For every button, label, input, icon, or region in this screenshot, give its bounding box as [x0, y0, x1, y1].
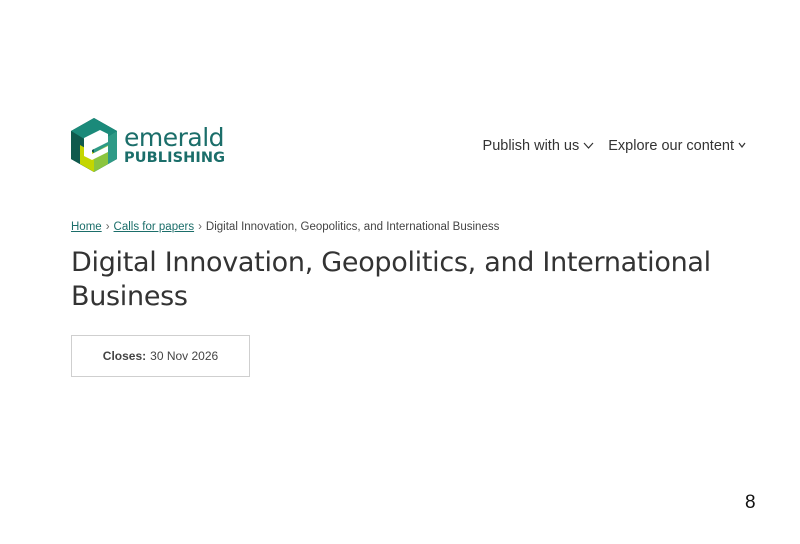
nav-publish-with-us[interactable]: Publish with us [483, 138, 595, 154]
chevron-down-icon [738, 140, 746, 152]
closes-label: Closes: [102, 349, 147, 363]
main-nav: Publish with us Explore our content [483, 138, 746, 154]
logo-subtitle: PUBLISHING [124, 149, 226, 166]
slide-number: 8 [745, 492, 756, 513]
emerald-logo-icon [71, 118, 117, 172]
breadcrumb-home-link[interactable]: Home [71, 221, 102, 233]
logo-word: emerald [124, 122, 225, 152]
page-title: Digital Innovation, Geopolitics, and Int… [71, 247, 711, 312]
closes-value: 30 Nov 2026 [150, 349, 219, 363]
emerald-logo[interactable]: emerald PUBLISHING [70, 118, 225, 172]
nav-item-label: Publish with us [482, 138, 580, 154]
breadcrumb-separator: › [198, 221, 202, 233]
page: emerald PUBLISHING Publish with us Explo… [0, 0, 800, 544]
breadcrumb: Home › Calls for papers › Digital Innovation… [71, 221, 499, 233]
breadcrumb-calls-for-papers-link[interactable]: Calls for papers [114, 221, 195, 233]
logo-wordmark: emerald PUBLISHING [124, 125, 225, 166]
breadcrumb-separator: › [105, 221, 110, 233]
nav-item-label: Explore our content [608, 138, 734, 154]
chevron-down-icon [583, 140, 594, 152]
nav-explore-our-content[interactable]: Explore our content [608, 138, 746, 154]
breadcrumb-current: Digital Innovation, Geopolitics, and Int… [205, 221, 500, 233]
closing-date-box: Closes: 30 Nov 2026 [71, 335, 250, 377]
